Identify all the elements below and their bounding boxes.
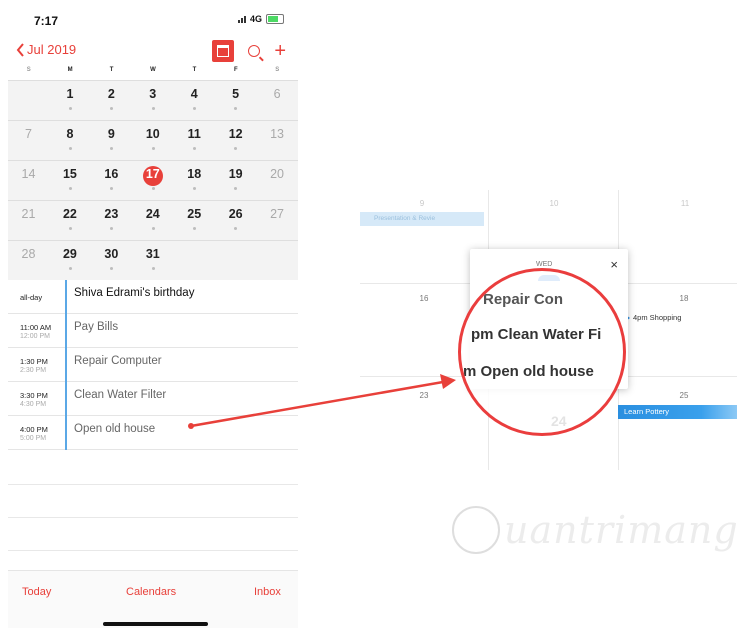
watermark-text: uantrimang	[504, 508, 737, 552]
arrow-tail	[188, 423, 194, 429]
bulb-icon	[452, 506, 500, 554]
watermark-logo: uantrimang	[452, 506, 737, 554]
arrow-head	[440, 374, 456, 389]
